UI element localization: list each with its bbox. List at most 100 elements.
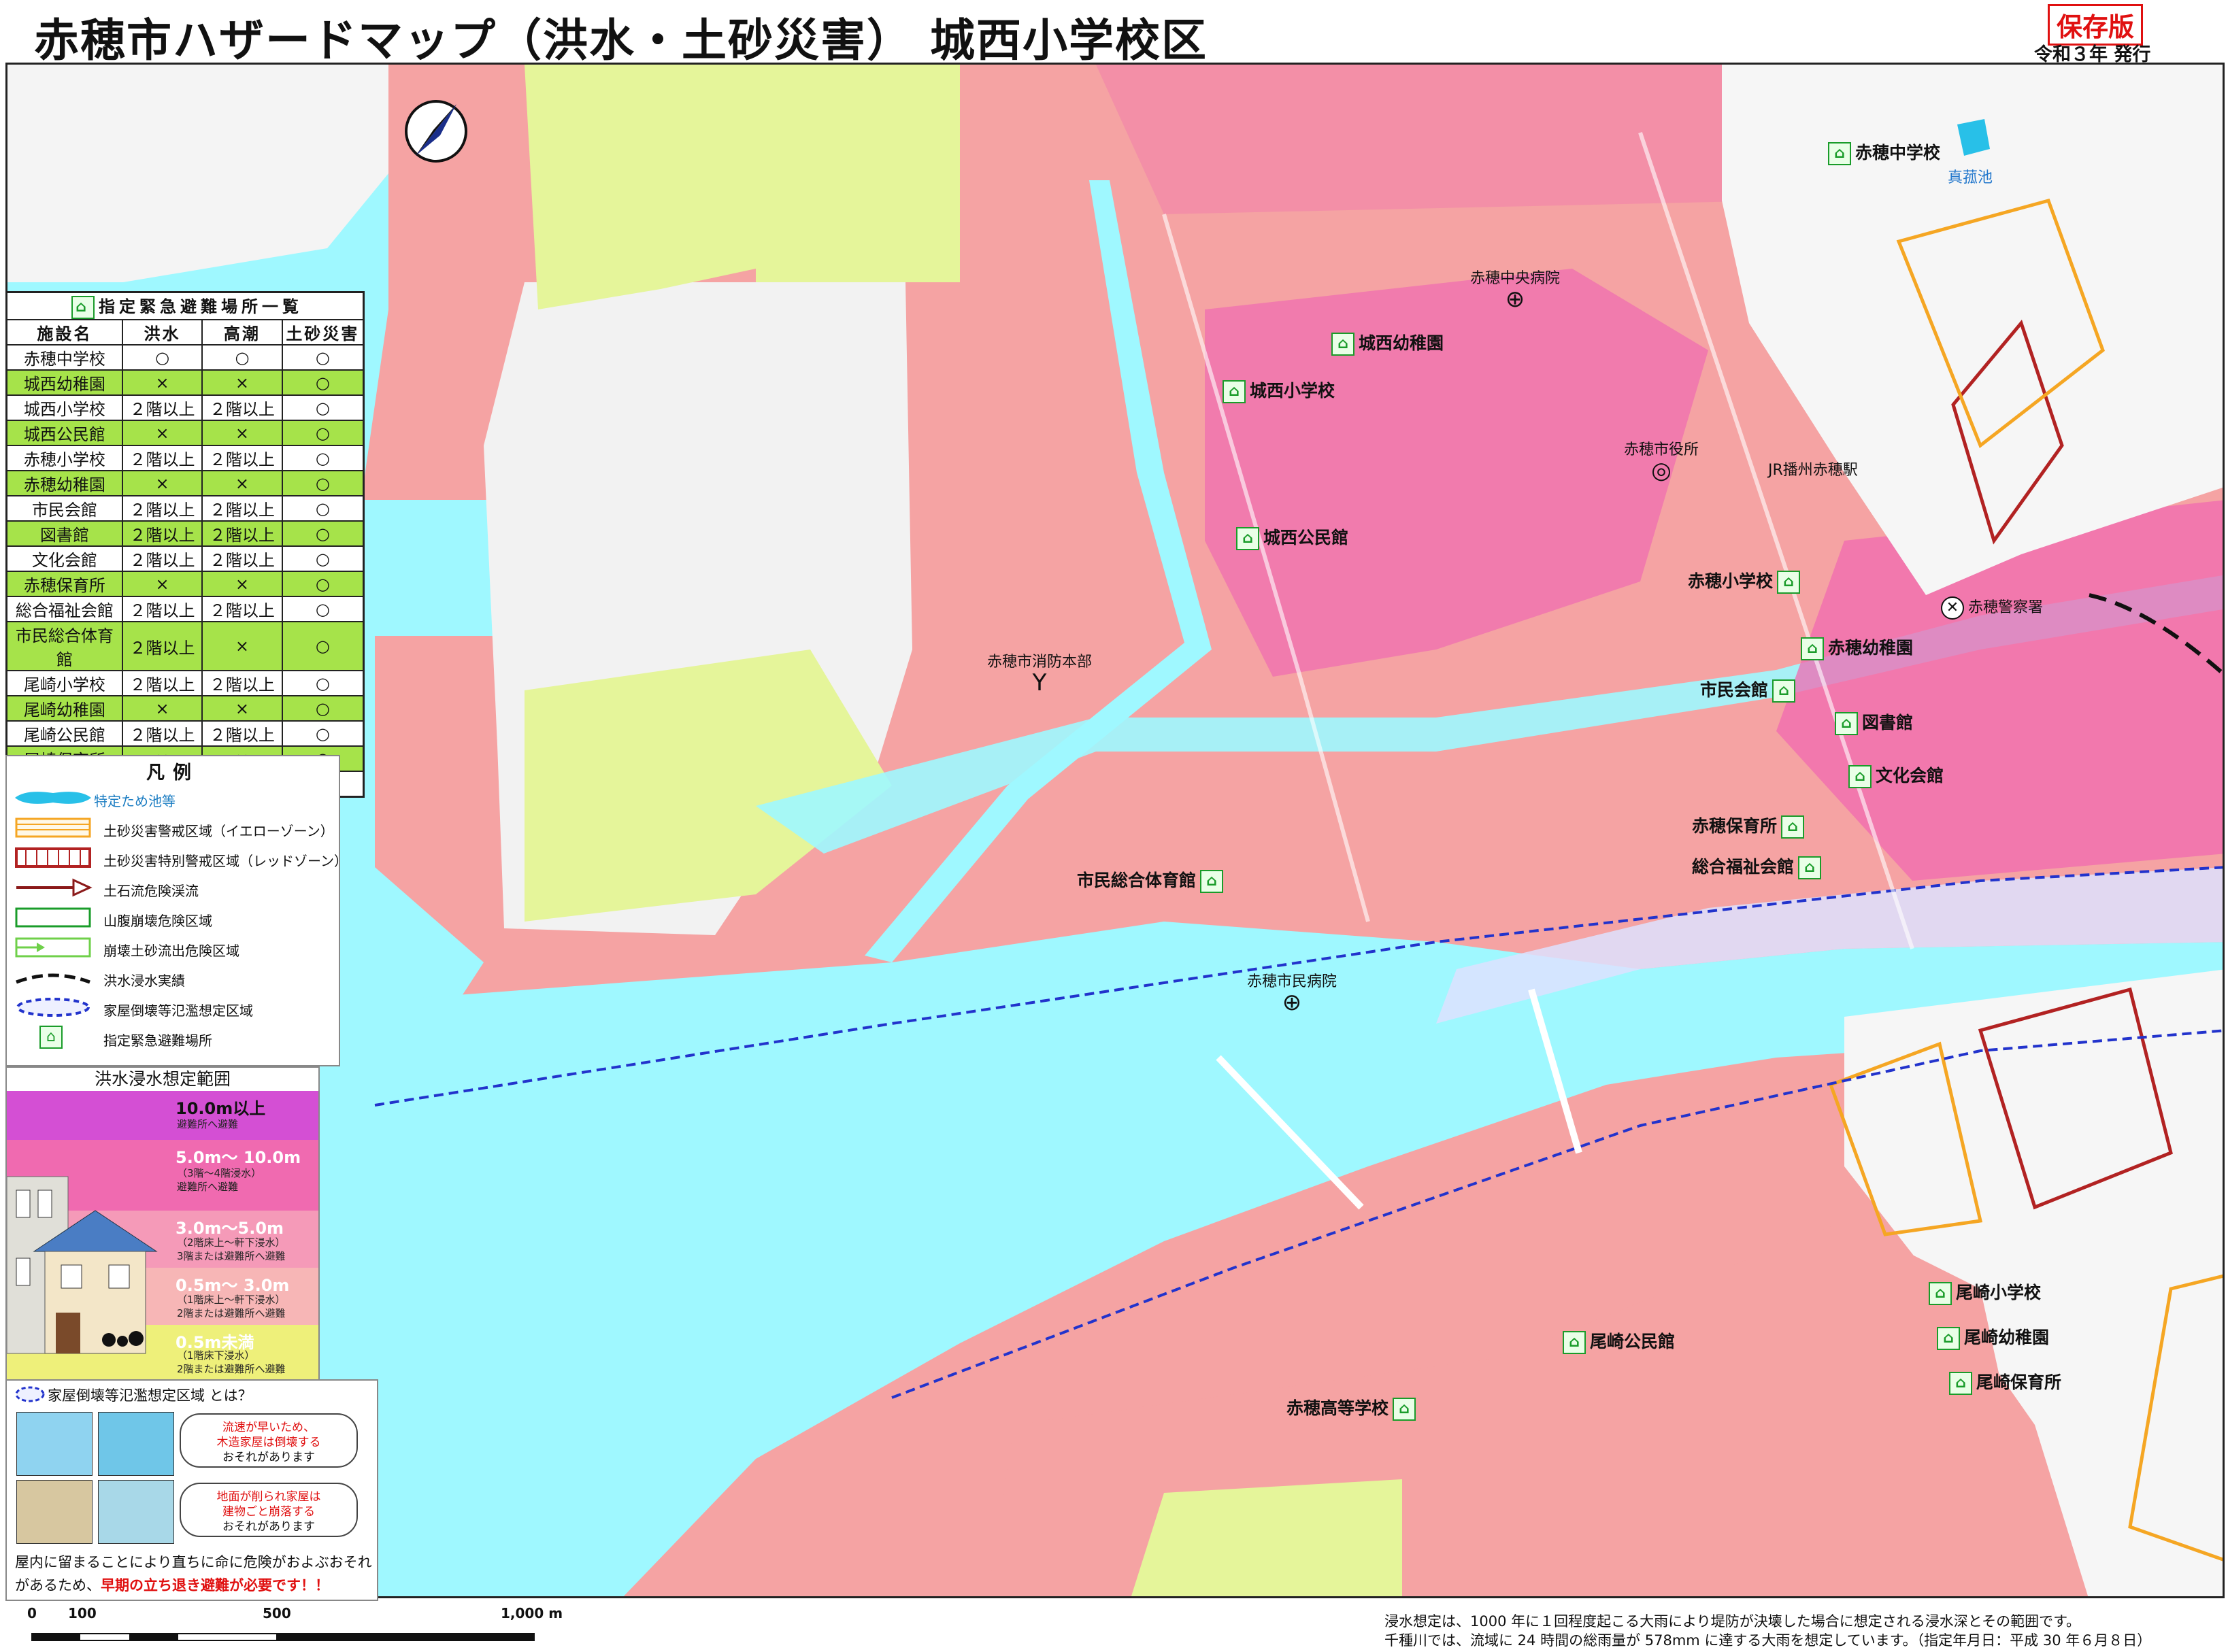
shelter-cell-landslide: ○: [281, 470, 365, 496]
shelter-row: 尾崎幼稚園 × × ○: [5, 695, 365, 722]
shelter-row: 尾崎公民館 ２階以上 ２階以上 ○: [5, 720, 365, 747]
slope-collapse-swatch-icon: [15, 907, 91, 928]
label-josei-elementary[interactable]: ⌂ 城西小学校: [1218, 377, 1335, 403]
shelter-icon: ⌂: [1200, 870, 1224, 893]
col-landslide: 土砂災害: [281, 319, 365, 345]
shelter-icon: ⌂: [1236, 527, 1259, 550]
label-akaho-elementary[interactable]: 赤穂小学校 ⌂: [1688, 568, 1804, 594]
label-gymnasium[interactable]: 市民総合体育館 ⌂: [1077, 867, 1227, 893]
label-ozaki-elementary[interactable]: ⌂ 尾崎小学校: [1925, 1279, 2041, 1305]
shelter-icon: ⌂: [1772, 679, 1796, 703]
shelter-row: 城西小学校 ２階以上 ２階以上 ○: [5, 394, 365, 421]
shelter-icon: ⌂: [1937, 1327, 1960, 1350]
label-library[interactable]: ⌂ 図書館: [1831, 709, 1913, 735]
speech-bubble-flow: 流速が早いため、 木造家屋は倒壊する おそれがあります: [180, 1413, 358, 1468]
fire-station-icon: Y: [1032, 669, 1047, 696]
shelter-cell-landslide: ○: [281, 420, 365, 446]
shelter-cell-name: 赤穂中学校: [5, 344, 123, 371]
label-civic-hall[interactable]: 市民会館 ⌂: [1700, 677, 1799, 703]
shelter-cell-name: 文化会館: [5, 545, 123, 572]
shelter-cell-tide: ○: [201, 344, 283, 371]
legend-item-yellow-zone: 土砂災害警戒区域（イエローゾーン）: [12, 816, 336, 843]
col-facility: 施設名: [5, 319, 123, 345]
shelter-cell-name: 赤穂保育所: [5, 571, 123, 597]
shelter-row: 総合福祉会館 ２階以上 ２階以上 ○: [5, 596, 365, 622]
label-ozaki-nursery[interactable]: ⌂ 尾崎保育所: [1945, 1369, 2061, 1395]
shelter-row: 城西幼稚園 × × ○: [5, 369, 365, 396]
col-flood: 洪水: [121, 319, 203, 345]
shelter-cell-landslide: ○: [281, 369, 365, 396]
shelter-cell-flood: ２階以上: [121, 394, 203, 421]
collapse-zone-swatch-icon: [16, 998, 90, 1017]
shelter-cell-name: 市民会館: [5, 495, 123, 522]
label-josei-community-hall[interactable]: ⌂ 城西公民館: [1232, 524, 1348, 550]
shelter-cell-flood: ２階以上: [121, 720, 203, 747]
city-hall-icon: ◎: [1651, 457, 1672, 484]
shelter-table: ⌂ 指定緊急避難場所一覧 施設名 洪水 高潮 土砂災害 赤穂中学校 ○ ○ ○ 城西幼稚園…: [5, 291, 365, 798]
label-josei-kindergarten[interactable]: ⌂ 城西幼稚園: [1327, 330, 1444, 356]
shelter-cell-flood: ２階以上: [121, 670, 203, 696]
label-akaho-nursery[interactable]: 赤穂保育所 ⌂: [1692, 813, 1808, 839]
shelter-cell-tide: ×: [201, 470, 283, 496]
speech-bubble-erosion: 地面が削られ家屋は 建物ごと崩落する おそれがあります: [180, 1483, 358, 1537]
shelter-cell-name: 図書館: [5, 520, 123, 547]
red-zone-swatch-icon: [15, 847, 91, 868]
label-city-hospital[interactable]: 赤穂市民病院 ⊕: [1247, 969, 1337, 1014]
legend-item-red-zone: 土砂災害特別警戒区域（レッドゾーン）: [12, 846, 348, 873]
shallow-zone-1: [525, 65, 756, 309]
shelter-cell-flood: ×: [121, 420, 203, 446]
shallow-zone-2: [756, 65, 960, 282]
shelter-cell-flood: ２階以上: [121, 445, 203, 471]
shelter-icon: ⌂: [1563, 1331, 1586, 1354]
label-city-hall[interactable]: 赤穂市役所 ◎: [1624, 437, 1699, 482]
shelter-icon: ⌂: [1223, 380, 1246, 403]
shelter-icon: ⌂: [1949, 1372, 1972, 1395]
shelter-cell-flood: ×: [121, 695, 203, 722]
sediment-outflow-swatch-icon: [15, 937, 91, 958]
shelter-cell-name: 尾崎公民館: [5, 720, 123, 747]
shelter-cell-flood: ２階以上: [121, 495, 203, 522]
shelter-cell-landslide: ○: [281, 445, 365, 471]
shelter-icon: ⌂: [1393, 1398, 1416, 1421]
map-title: 赤穂市ハザードマップ（洪水・土砂災害） 城西小学校区: [34, 14, 1208, 67]
shelter-row: 市民総合体育館 ２階以上 × ○: [5, 621, 365, 671]
label-culture-hall[interactable]: ⌂ 文化会館: [1844, 762, 1944, 788]
explain-question: 家屋倒壊等氾濫想定区域 とは？: [48, 1387, 252, 1404]
shelter-cell-name: 赤穂小学校: [5, 445, 123, 471]
shelter-cell-tide: ２階以上: [201, 670, 283, 696]
shelter-cell-tide: ×: [201, 420, 283, 446]
shelter-cell-tide: ×: [201, 621, 283, 671]
legend-item-flood-history: 洪水浸水実績: [12, 966, 336, 993]
shelter-cell-landslide: ○: [281, 621, 365, 671]
label-fire-hq[interactable]: 赤穂市消防本部 Y: [987, 650, 1092, 694]
col-tide: 高潮: [201, 319, 283, 345]
label-police-station[interactable]: ✕ 赤穂警察署: [1937, 595, 2043, 620]
north-arrow-icon: [405, 100, 467, 163]
shelter-cell-flood: ×: [121, 571, 203, 597]
label-akaho-high[interactable]: 赤穂高等学校 ⌂: [1286, 1395, 1420, 1421]
legend-item-shelter: ⌂ 指定緊急避難場所: [12, 1026, 336, 1053]
shelter-table-caption: ⌂ 指定緊急避難場所一覧: [5, 291, 365, 320]
flood-wave-picture: [98, 1412, 174, 1476]
label-ozaki-kindergarten[interactable]: ⌂ 尾崎幼稚園: [1933, 1324, 2049, 1350]
label-ozaki-community-hall[interactable]: ⌂ 尾崎公民館: [1559, 1328, 1675, 1354]
shelter-row: 市民会館 ２階以上 ２階以上 ○: [5, 495, 365, 522]
legend-item-pond: 特定ため池等: [12, 786, 336, 813]
label-akaho-kindergarten[interactable]: ⌂ 赤穂幼稚園: [1797, 635, 1913, 660]
legend-title: 凡例: [146, 762, 199, 783]
label-central-hospital[interactable]: 赤穂中央病院 ⊕: [1470, 266, 1560, 311]
shelter-icon: ⌂: [1781, 815, 1805, 839]
label-akaho-junior-high[interactable]: ⌂ 赤穂中学校: [1824, 139, 1940, 165]
shelter-icon: ⌂: [1798, 856, 1822, 879]
label-welfare-hall[interactable]: 総合福祉会館 ⌂: [1692, 854, 1825, 879]
label-jr-station: JR播州赤穂駅: [1768, 462, 1858, 479]
legend-item-slope-collapse: 山腹崩壊危険区域: [12, 906, 336, 933]
shelter-cell-landslide: ○: [281, 670, 365, 696]
shelter-row: 文化会館 ２階以上 ２階以上 ○: [5, 545, 365, 572]
hospital-icon: ⊕: [1282, 989, 1302, 1016]
shelter-row: 赤穂幼稚園 × × ○: [5, 470, 365, 496]
shelter-icon: ⌂: [71, 296, 95, 319]
evacuation-warning: 屋内に留まることにより直ちに命に危険がおよぶおそれ があるため、早期の立ち退き避…: [15, 1554, 372, 1594]
shelter-cell-tide: ×: [201, 571, 283, 597]
shelter-cell-tide: ２階以上: [201, 394, 283, 421]
